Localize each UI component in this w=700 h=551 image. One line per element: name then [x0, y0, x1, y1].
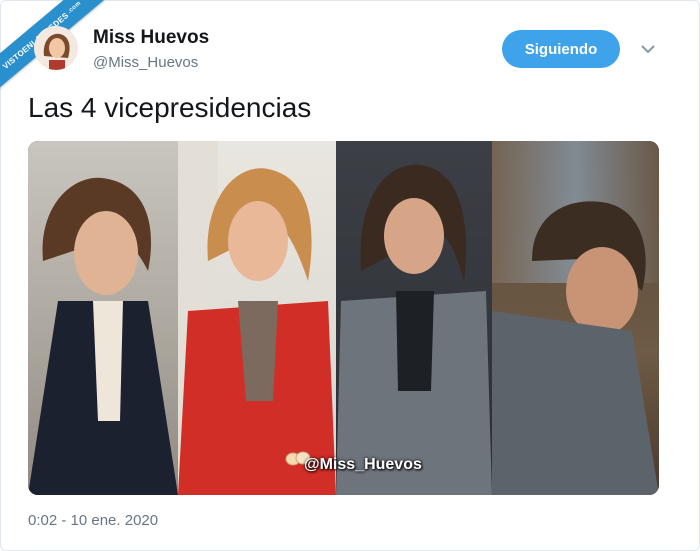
site-ribbon-suffix: .com: [66, 0, 83, 15]
photo-panel-1: [28, 141, 178, 495]
avatar-image: [34, 26, 78, 70]
avatar[interactable]: [34, 26, 78, 70]
tweet-text: Las 4 vicepresidencias: [28, 92, 312, 123]
following-button[interactable]: Siguiendo: [502, 30, 620, 68]
photo-panel-4: [492, 141, 659, 495]
photo-panel-2: [178, 141, 336, 495]
image-watermark: @Miss_Huevos: [304, 456, 422, 473]
photo-panel-3: [336, 141, 492, 495]
author-name[interactable]: Miss Huevos: [93, 27, 209, 49]
chevron-down-icon[interactable]: [638, 39, 658, 59]
author-handle[interactable]: @Miss_Huevos: [93, 54, 198, 71]
tweet-timestamp[interactable]: 0:02 - 10 ene. 2020: [28, 512, 158, 529]
tweet-media-image[interactable]: [28, 141, 659, 495]
